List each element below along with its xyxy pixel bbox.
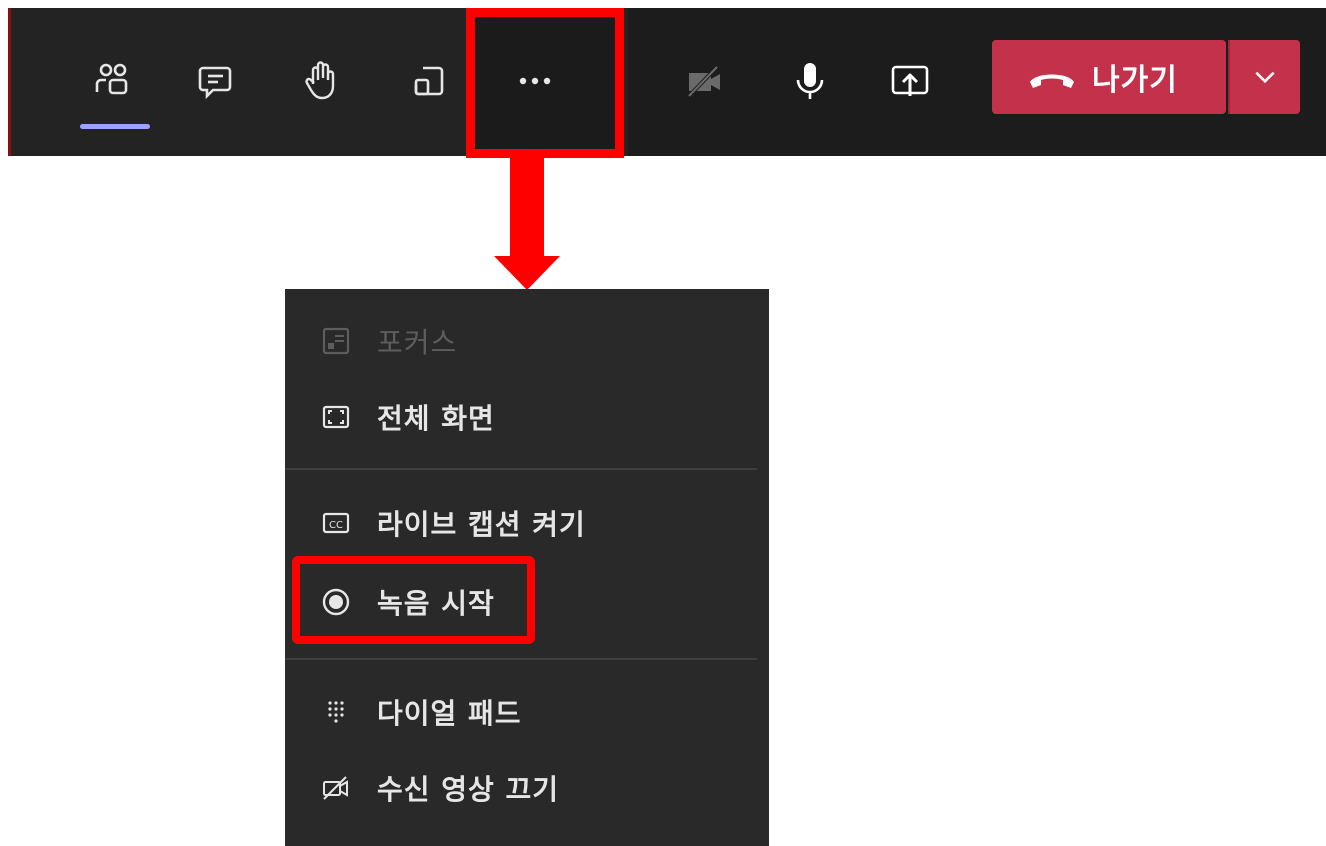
camera-toggle-button[interactable] [672, 46, 736, 116]
participants-button[interactable] [80, 46, 144, 116]
menu-item-label: 다이얼 패드 [377, 697, 522, 730]
more-actions-button[interactable] [503, 46, 567, 116]
menu-item-fullscreen[interactable]: 전체 화면 [285, 387, 769, 447]
menu-item-start-recording[interactable]: 녹음 시작 [285, 572, 769, 632]
dialpad-icon [319, 695, 353, 729]
fullscreen-icon [319, 400, 353, 434]
rooms-button[interactable] [396, 46, 460, 116]
more-actions-icon [519, 77, 551, 85]
menu-item-label: 전체 화면 [377, 402, 495, 435]
leave-button[interactable]: 나가기 [992, 40, 1226, 114]
captions-icon: CC [319, 506, 353, 540]
annotation-arrow-head [494, 256, 560, 290]
leave-label: 나가기 [1092, 63, 1178, 98]
chevron-down-icon [1255, 71, 1275, 84]
focus-icon [319, 324, 353, 358]
menu-item-focus: 포커스 [285, 311, 769, 371]
menu-item-turn-off-incoming-video[interactable]: 수신 영상 끄기 [285, 758, 769, 818]
active-tab-indicator [80, 124, 150, 129]
menu-item-live-captions[interactable]: CC 라이브 캡션 켜기 [285, 493, 769, 553]
chat-icon [198, 66, 232, 100]
record-icon [319, 585, 353, 619]
menu-item-label: 녹음 시작 [377, 587, 495, 620]
svg-text:CC: CC [329, 520, 343, 531]
menu-item-label: 라이브 캡션 켜기 [377, 508, 586, 541]
leave-options-dropdown[interactable] [1228, 40, 1300, 114]
menu-item-label: 포커스 [377, 326, 458, 359]
video-off-icon [319, 771, 353, 805]
menu-item-label: 수신 영상 끄기 [377, 773, 560, 806]
camera-off-icon [687, 65, 720, 98]
more-actions-menu: 포커스 전체 화면 CC 라이브 캡션 켜기 녹음 시작 다이얼 패드 수신 영… [285, 289, 769, 846]
rooms-icon [414, 66, 444, 96]
meeting-toolbar: 나가기 [8, 8, 1326, 158]
microphone-icon [796, 63, 824, 99]
phone-hangup-icon [1030, 74, 1074, 88]
raise-hand-button[interactable] [290, 46, 354, 116]
chat-button[interactable] [184, 46, 248, 116]
microphone-button[interactable] [778, 46, 842, 116]
share-screen-icon [891, 65, 929, 96]
share-screen-button[interactable] [878, 46, 942, 116]
participants-icon [95, 63, 128, 95]
annotation-arrow-shaft [510, 156, 544, 258]
menu-item-dial-pad[interactable]: 다이얼 패드 [285, 682, 769, 742]
menu-divider [285, 468, 757, 470]
raise-hand-icon [305, 61, 335, 100]
menu-divider [285, 658, 757, 660]
